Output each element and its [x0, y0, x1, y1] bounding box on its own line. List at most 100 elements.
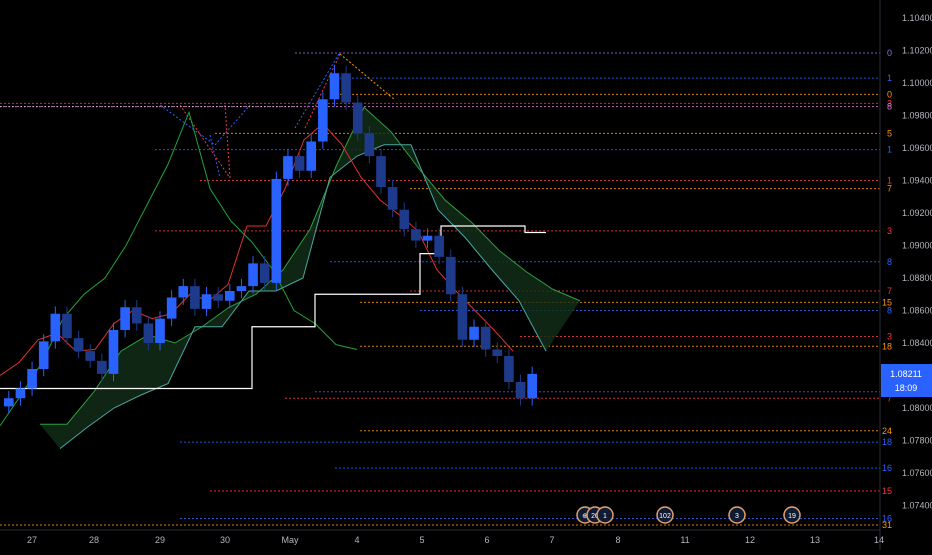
price-tick-label: 1.08600	[902, 306, 932, 316]
price-tick-label: 1.10200	[902, 46, 932, 56]
price-tick-label: 1.09000	[902, 241, 932, 251]
candle-body	[364, 133, 375, 157]
event-flag-count: 102	[659, 513, 671, 520]
candle-body	[143, 323, 154, 343]
price-tick-label: 1.07400	[902, 501, 932, 511]
candle-body	[213, 294, 223, 301]
candle-body	[341, 73, 351, 103]
candle-body	[4, 398, 14, 407]
price-tick-label: 1.10000	[902, 78, 932, 88]
candle-body	[15, 388, 26, 399]
price-tick-label: 1.09200	[902, 208, 932, 218]
candle-body	[62, 313, 72, 339]
candle-body	[27, 369, 37, 389]
time-tick-label: 28	[89, 535, 99, 545]
time-tick-label: 30	[220, 535, 230, 545]
candle-body	[38, 341, 49, 369]
candle-body	[306, 141, 317, 171]
fib-level-label: 1	[887, 145, 892, 155]
candle-body	[294, 156, 305, 171]
candle-body	[411, 229, 421, 241]
time-tick-label: 6	[484, 535, 489, 545]
candle-body	[108, 330, 119, 374]
candle-body	[445, 256, 456, 295]
fib-level-label: 18	[882, 341, 892, 351]
event-flag-count: 1	[603, 513, 607, 520]
price-tick-label: 1.07800	[902, 436, 932, 446]
time-tick-label: 12	[745, 535, 755, 545]
fib-level-label: 7	[887, 184, 892, 194]
price-tick-label: 1.09600	[902, 143, 932, 153]
fib-level-label: 16	[882, 463, 892, 473]
candle-body	[387, 187, 398, 210]
fib-level-label: 3	[887, 226, 892, 236]
fib-level-label: 3	[887, 332, 892, 342]
candle-body	[73, 338, 84, 352]
candlestick-chart[interactable]: 010385117387158318187241816151631 ⊕20110…	[0, 0, 932, 550]
time-tick-label: 8	[615, 535, 620, 545]
candle-body	[97, 360, 107, 374]
price-tick-label: 1.09800	[902, 111, 932, 121]
fib-level-label: 0	[887, 48, 892, 58]
last-price-badge: 1.08211 18:09	[881, 364, 932, 397]
time-tick-label: 27	[27, 535, 37, 545]
fib-level-label: 18	[882, 437, 892, 447]
candle-body	[201, 294, 212, 309]
event-flag-count: 3	[735, 513, 739, 520]
candle-countdown: 18:09	[895, 383, 918, 393]
candle-body	[329, 73, 340, 100]
time-tick-label: 5	[419, 535, 424, 545]
fib-level-label: 31	[882, 520, 892, 530]
candle-body	[248, 263, 258, 287]
candle-body	[50, 313, 61, 342]
candle-body	[259, 263, 270, 283]
candle-body	[283, 156, 293, 179]
price-tick-label: 1.10400	[902, 13, 932, 23]
candle-body	[504, 356, 514, 382]
fib-level-label: 15	[882, 486, 892, 496]
candle-body	[515, 382, 526, 399]
candle-body	[469, 326, 479, 340]
candle-body	[224, 291, 235, 301]
time-tick-label: 14	[874, 535, 884, 545]
chart-area[interactable]: 010385117387158318187241816151631 ⊕20110…	[0, 0, 932, 550]
candle-body	[120, 307, 130, 330]
candle-body	[457, 294, 468, 340]
event-flag-count: 19	[788, 513, 796, 520]
candle-body	[178, 286, 189, 298]
price-tick-label: 1.07600	[902, 468, 932, 478]
fib-level-label: 5	[887, 128, 892, 138]
candle-body	[271, 178, 282, 283]
price-tick-label: 1.09400	[902, 176, 932, 186]
time-tick-label: 11	[680, 535, 689, 545]
candle-body	[376, 156, 386, 187]
candle-body	[434, 235, 444, 257]
candle-body	[492, 349, 503, 356]
fib-level-label: 1	[887, 73, 892, 83]
time-tick-label: 29	[155, 535, 165, 545]
candle-body	[352, 102, 363, 134]
candle-body	[422, 235, 433, 241]
time-tick-label: 7	[549, 535, 554, 545]
fib-level-label: 24	[882, 426, 892, 436]
candle-body	[155, 318, 165, 343]
candle-body	[166, 297, 177, 319]
last-price-value: 1.08211	[890, 369, 922, 379]
time-tick-label: 13	[810, 535, 820, 545]
candle-body	[85, 351, 96, 361]
fib-level-label: 8	[887, 257, 892, 267]
price-tick-label: 1.08400	[902, 338, 932, 348]
fib-level-label: 8	[887, 306, 892, 316]
price-tick-label: 1.08800	[902, 273, 932, 283]
fib-level-label: 8	[887, 102, 892, 112]
candle-body	[318, 99, 328, 142]
candle-body	[527, 373, 537, 399]
time-tick-label: 4	[354, 535, 359, 545]
candle-body	[131, 307, 142, 324]
price-tick-label: 1.08000	[902, 403, 932, 413]
candle-body	[236, 286, 247, 291]
candle-body	[480, 326, 491, 350]
candle-body	[399, 209, 410, 230]
fib-level-label: 7	[887, 286, 892, 296]
time-tick-label: May	[281, 535, 299, 545]
